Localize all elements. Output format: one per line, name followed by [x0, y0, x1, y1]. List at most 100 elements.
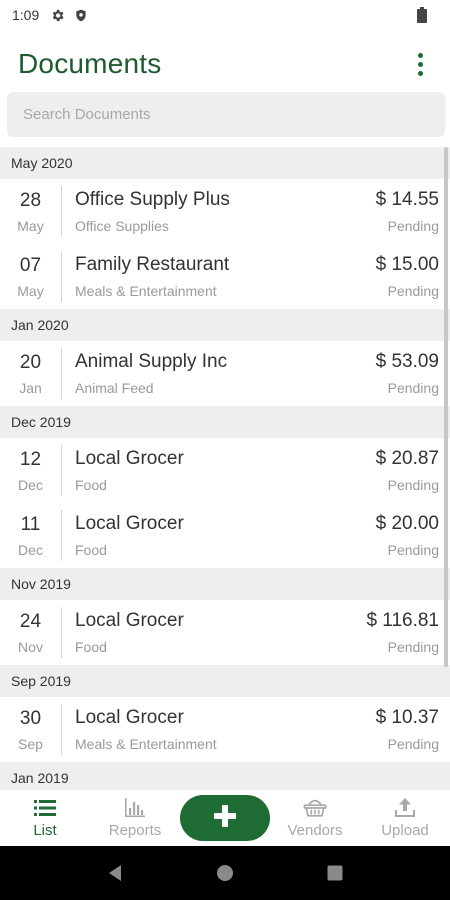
document-row[interactable]: 30 Sep Local Grocer Meals & Entertainment $ … — [0, 697, 450, 762]
date-month: Sep — [18, 735, 43, 752]
amount: $ 20.87 — [375, 448, 439, 469]
status-label: Pending — [387, 218, 439, 234]
battery-icon — [414, 7, 430, 23]
document-row[interactable]: 24 Nov Local Grocer Food $ 116.81 Pending — [0, 600, 450, 665]
status-label: Pending — [387, 639, 439, 655]
nav-reports-label: Reports — [108, 822, 162, 839]
bottom-nav: List Reports Vendors Upload — [0, 790, 450, 846]
date-day: 30 — [19, 707, 42, 729]
home-icon[interactable] — [205, 853, 245, 893]
amount: $ 116.81 — [366, 610, 439, 631]
documents-list[interactable]: May 2020 28 May Office Supply Plus Office Su… — [0, 147, 450, 790]
system-nav-bar — [0, 846, 450, 900]
nav-add — [180, 790, 270, 846]
upload-icon — [393, 797, 417, 819]
vendor-name: Local Grocer — [75, 448, 184, 469]
date-month: May — [17, 217, 44, 234]
document-amount-status: $ 116.81 Pending — [366, 610, 450, 655]
category-label: Meals & Entertainment — [75, 736, 217, 752]
section-header: Nov 2019 — [0, 568, 450, 600]
date-month: Dec — [18, 476, 43, 493]
date-day: 24 — [19, 610, 42, 632]
nav-reports[interactable]: Reports — [90, 790, 180, 846]
document-amount-status: $ 14.55 Pending — [376, 189, 450, 234]
date-column: 11 Dec — [0, 510, 62, 561]
nav-list-label: List — [33, 822, 57, 839]
category-label: Food — [75, 542, 107, 558]
vendor-name: Animal Supply Inc — [75, 351, 228, 372]
list-icon — [33, 797, 57, 819]
status-label: Pending — [387, 283, 439, 299]
section-header: May 2020 — [0, 147, 450, 179]
document-amount-status: $ 53.09 Pending — [376, 351, 450, 396]
date-column: 07 May — [0, 251, 62, 302]
nav-upload[interactable]: Upload — [360, 790, 450, 846]
date-column: 20 Jan — [0, 348, 62, 399]
date-day: 20 — [19, 351, 42, 373]
category-label: Food — [75, 477, 107, 493]
vendor-name: Family Restaurant — [75, 254, 230, 275]
app-header: Documents — [0, 36, 450, 92]
section-header: Sep 2019 — [0, 665, 450, 697]
document-amount-status: $ 20.00 Pending — [376, 513, 450, 558]
category-label: Food — [75, 639, 107, 655]
document-info: Family Restaurant Meals & Entertainment — [62, 254, 376, 299]
status-label: Pending — [387, 542, 439, 558]
nav-vendors-label: Vendors — [287, 822, 343, 839]
recents-icon[interactable] — [315, 853, 355, 893]
document-row[interactable]: 12 Dec Local Grocer Food $ 20.87 Pending — [0, 438, 450, 503]
date-month: May — [17, 282, 44, 299]
back-icon[interactable] — [95, 853, 135, 893]
amount: $ 20.00 — [375, 513, 439, 534]
document-info: Animal Supply Inc Animal Feed — [62, 351, 376, 396]
document-row[interactable]: 11 Dec Local Grocer Food $ 20.00 Pending — [0, 503, 450, 568]
date-day: 11 — [20, 513, 41, 535]
add-document-button[interactable] — [180, 795, 270, 841]
date-column: 28 May — [0, 186, 62, 237]
date-month: Nov — [18, 638, 43, 655]
category-label: Meals & Entertainment — [75, 283, 217, 299]
bar-chart-icon — [123, 797, 147, 819]
amount: $ 14.55 — [375, 189, 439, 210]
vendor-name: Local Grocer — [75, 707, 184, 728]
date-month: Jan — [19, 379, 42, 396]
date-day: 28 — [19, 189, 42, 211]
section-header: Dec 2019 — [0, 406, 450, 438]
plus-icon — [213, 804, 237, 833]
date-column: 30 Sep — [0, 704, 62, 755]
page-title: Documents — [18, 48, 162, 79]
document-amount-status: $ 10.37 Pending — [376, 707, 450, 752]
status-label: Pending — [387, 736, 439, 752]
document-info: Office Supply Plus Office Supplies — [62, 189, 376, 234]
category-label: Office Supplies — [75, 218, 169, 234]
search-bar — [7, 92, 445, 137]
date-column: 12 Dec — [0, 445, 62, 496]
document-row[interactable]: 20 Jan Animal Supply Inc Animal Feed $ 53.09… — [0, 341, 450, 406]
status-label: Pending — [387, 477, 439, 493]
more-vert-icon[interactable] — [408, 44, 432, 84]
date-day: 07 — [19, 254, 42, 276]
category-label: Animal Feed — [75, 380, 154, 396]
status-bar: 1:09 — [0, 0, 450, 30]
amount: $ 10.37 — [375, 707, 439, 728]
status-label: Pending — [387, 380, 439, 396]
vendor-name: Office Supply Plus — [75, 189, 230, 210]
scrollbar[interactable] — [444, 147, 448, 667]
document-amount-status: $ 20.87 Pending — [376, 448, 450, 493]
amount: $ 15.00 — [375, 254, 439, 275]
nav-list[interactable]: List — [0, 790, 90, 846]
nav-upload-label: Upload — [381, 822, 429, 839]
search-input[interactable] — [23, 106, 429, 123]
document-amount-status: $ 15.00 Pending — [376, 254, 450, 299]
document-row[interactable]: 07 May Family Restaurant Meals & Entertainm… — [0, 244, 450, 309]
document-info: Local Grocer Food — [62, 610, 366, 655]
section-header: Jan 2019 — [0, 762, 450, 790]
shield-icon — [73, 7, 89, 23]
basket-icon — [303, 797, 327, 819]
vendor-name: Local Grocer — [75, 610, 184, 631]
date-month: Dec — [18, 541, 43, 558]
document-info: Local Grocer Meals & Entertainment — [62, 707, 376, 752]
nav-vendors[interactable]: Vendors — [270, 790, 360, 846]
gear-icon — [49, 7, 65, 23]
document-row[interactable]: 28 May Office Supply Plus Office Supplies $ … — [0, 179, 450, 244]
